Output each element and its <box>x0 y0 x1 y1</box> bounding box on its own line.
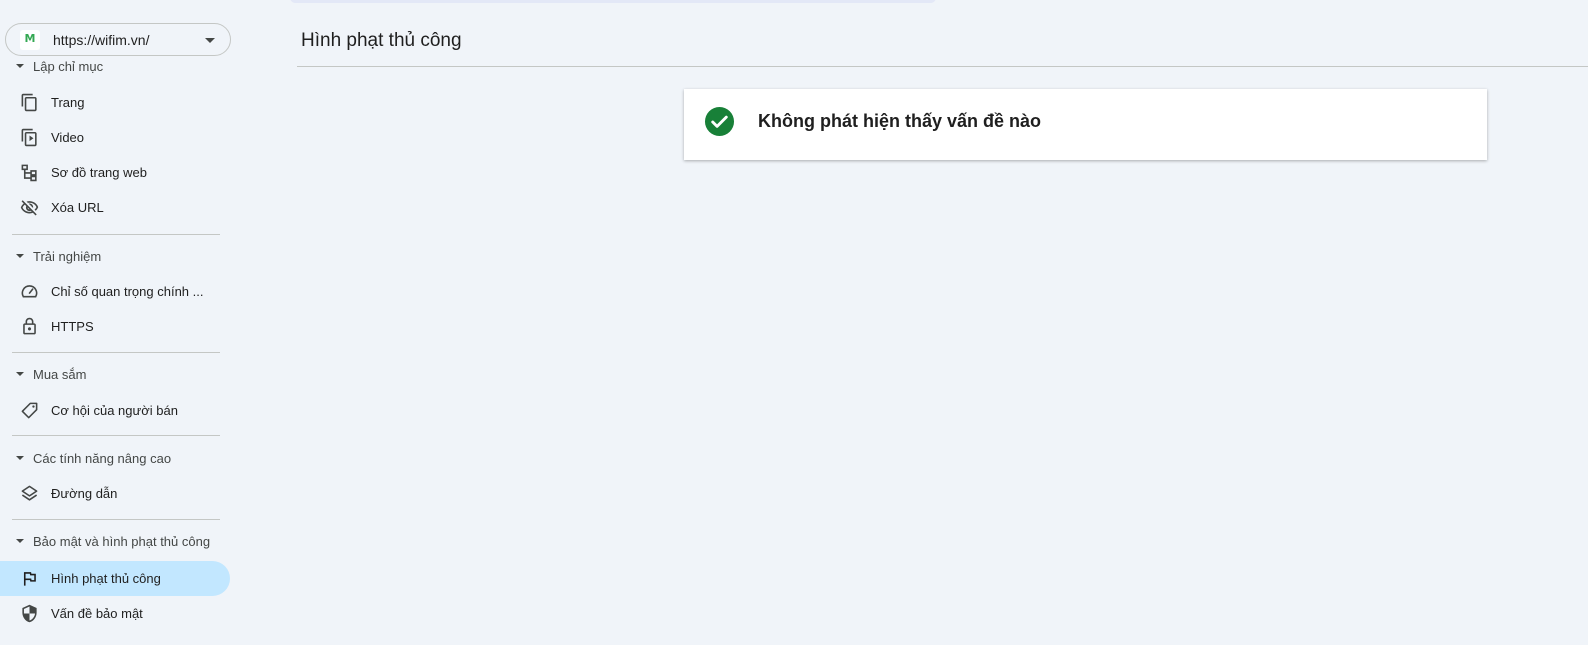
divider <box>12 519 220 520</box>
caret-down-icon <box>16 539 24 543</box>
section-title: Trải nghiệm <box>33 249 102 264</box>
lock-icon <box>23 317 36 335</box>
sidebar-item-label: Hình phạt thủ công <box>51 571 161 586</box>
sidebar: M https://wifim.vn/ Lập chỉ mục Trang Vi… <box>0 0 240 645</box>
sidebar-item-merchant-opportunities[interactable]: Cơ hội của người bán <box>0 393 230 428</box>
section-title: Các tính năng nâng cao <box>33 451 172 466</box>
divider <box>297 66 1588 67</box>
section-header-shopping[interactable]: Mua sắm <box>0 363 230 387</box>
caret-down-icon <box>16 372 24 376</box>
section-title: Bảo mật và hình phạt thủ công <box>33 534 211 549</box>
sidebar-item-removals[interactable]: Xóa URL <box>0 190 230 225</box>
divider <box>12 352 220 353</box>
status-message: Không phát hiện thấy vấn đề nào <box>758 111 1042 131</box>
sidebar-item-label: Sơ đồ trang web <box>51 165 147 180</box>
section-header-advanced[interactable]: Các tính năng nâng cao <box>0 447 230 471</box>
sitemap-icon <box>21 164 37 182</box>
tag-icon <box>21 402 38 419</box>
site-favicon: M <box>20 30 40 50</box>
status-card: Không phát hiện thấy vấn đề nào <box>684 89 1487 160</box>
eye-off-icon <box>20 200 39 216</box>
section-header-experience[interactable]: Trải nghiệm <box>0 245 230 269</box>
sidebar-item-https[interactable]: HTTPS <box>0 309 230 344</box>
divider <box>12 234 220 235</box>
divider <box>12 435 220 436</box>
property-url: https://wifim.vn/ <box>53 32 150 48</box>
section-header-security[interactable]: Bảo mật và hình phạt thủ công <box>0 530 230 554</box>
sidebar-item-label: Vấn đề bảo mật <box>51 606 143 621</box>
sidebar-item-label: Cơ hội của người bán <box>51 403 178 418</box>
property-selector[interactable]: M https://wifim.vn/ <box>5 23 231 56</box>
section-title: Lập chỉ mục <box>33 59 104 74</box>
sidebar-item-security-issues[interactable]: Vấn đề bảo mật <box>0 596 230 631</box>
sidebar-item-breadcrumbs[interactable]: Đường dẫn <box>0 476 230 511</box>
sidebar-item-label: HTTPS <box>51 319 94 334</box>
section-title: Mua sắm <box>33 367 87 382</box>
sidebar-item-manual-actions[interactable]: Hình phạt thủ công <box>0 561 230 596</box>
sidebar-item-label: Xóa URL <box>51 200 104 215</box>
search-bar-edge <box>290 0 936 3</box>
page-title: Hình phạt thủ công <box>301 30 462 51</box>
sidebar-item-label: Video <box>51 130 85 145</box>
sidebar-item-sitemaps[interactable]: Sơ đồ trang web <box>0 155 230 190</box>
caret-down-icon <box>16 64 24 68</box>
sidebar-item-pages[interactable]: Trang <box>0 85 230 120</box>
sidebar-item-core-web-vitals[interactable]: Chỉ số quan trọng chính ... <box>0 274 230 309</box>
shield-icon <box>22 604 37 623</box>
sidebar-item-label: Trang <box>51 95 85 110</box>
pages-icon <box>21 93 37 112</box>
caret-down-icon <box>205 38 215 43</box>
layers-icon <box>21 485 38 501</box>
sidebar-item-video[interactable]: Video <box>0 120 230 155</box>
caret-down-icon <box>16 254 24 258</box>
caret-down-icon <box>16 456 24 460</box>
sidebar-item-label: Chỉ số quan trọng chính ... <box>51 284 204 299</box>
section-header-indexing[interactable]: Lập chỉ mục <box>0 56 230 74</box>
sidebar-item-label: Đường dẫn <box>51 486 118 501</box>
video-pages-icon <box>21 128 37 147</box>
flag-icon <box>23 572 36 586</box>
speedometer-icon <box>21 285 38 298</box>
check-circle-icon <box>704 106 735 137</box>
